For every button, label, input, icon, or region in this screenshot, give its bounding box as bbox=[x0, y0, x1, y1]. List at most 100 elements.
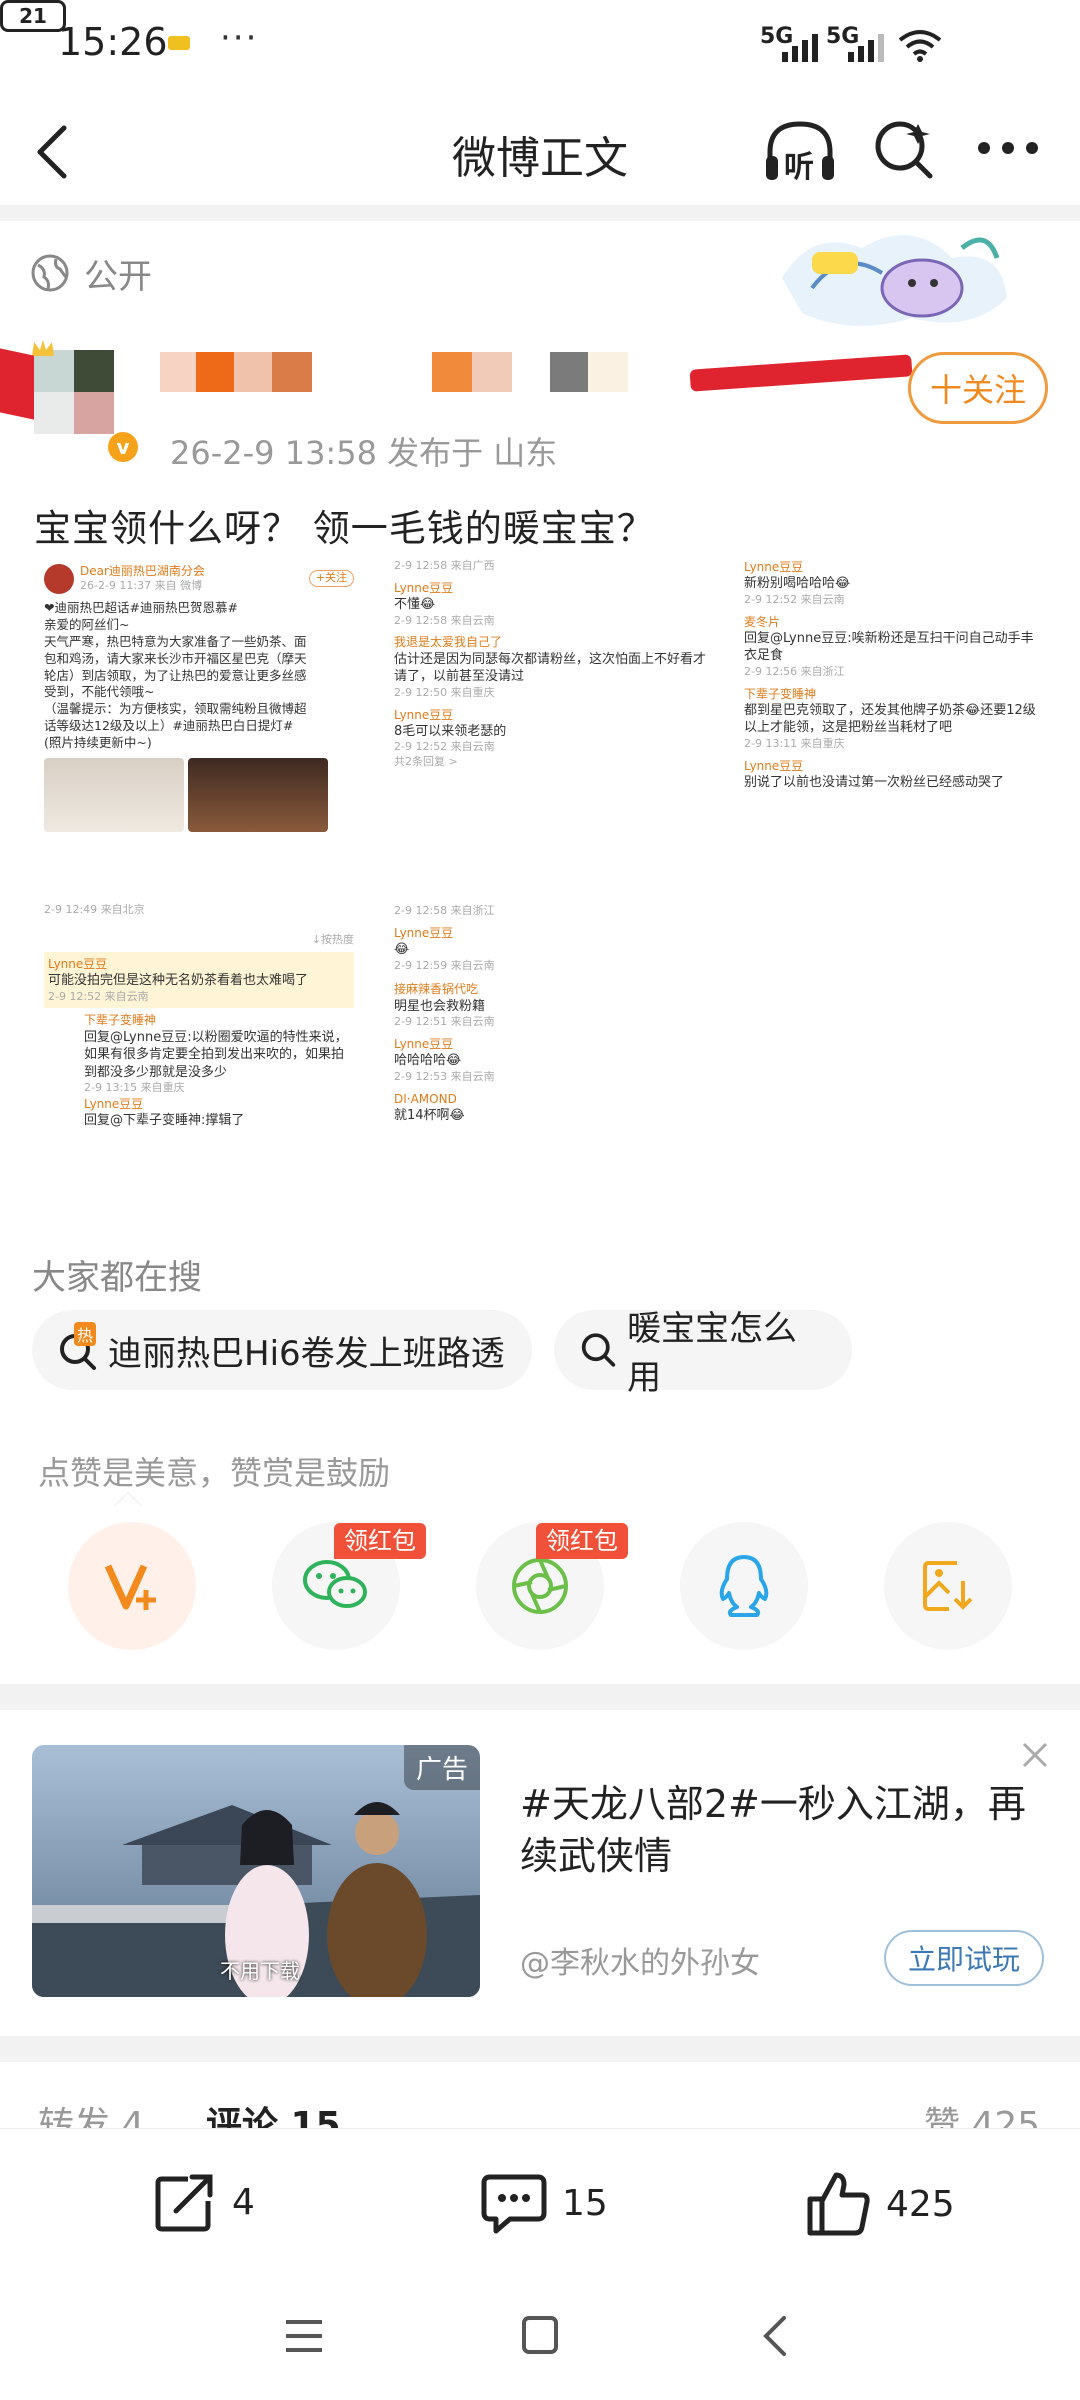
comment-author: Lynne豆豆 bbox=[744, 560, 804, 574]
ad-cta-button[interactable]: 立即试玩 bbox=[884, 1930, 1044, 1986]
comment-time: 2-9 13:15 来自重庆 bbox=[84, 1081, 185, 1095]
repost-icon bbox=[155, 2174, 213, 2232]
ad-title[interactable]: #天龙八部2#一秒入江湖，再续武侠情 bbox=[520, 1778, 1040, 1882]
comment-text: 可能没拍完但是这种无名奶茶看着也太难喝了 bbox=[48, 973, 309, 989]
ad-video-thumbnail[interactable]: 广告 不用下载 bbox=[32, 1745, 480, 1997]
hot-search-icon: 热 bbox=[58, 1322, 98, 1370]
tooltip-pointer bbox=[113, 1491, 143, 1521]
comment-text: 8毛可以来领老瑟的 bbox=[394, 723, 507, 739]
save-image-icon bbox=[923, 1561, 973, 1611]
search-icon bbox=[581, 1333, 616, 1367]
redaction-stroke-right bbox=[689, 354, 913, 392]
comment-author: 我退是太爱我自己了 bbox=[394, 635, 503, 650]
comment-author: Lynne豆豆 bbox=[84, 1097, 144, 1112]
comment-time: 2-9 12:56 来自浙江 bbox=[744, 664, 845, 678]
screenshot-time: 2-9 12:49 来自北京 bbox=[44, 903, 145, 916]
status-more-dots: ··· bbox=[220, 18, 259, 58]
wechat-redpacket-badge: 领红包 bbox=[334, 1523, 426, 1559]
comment-author: DI·AMOND bbox=[394, 1091, 457, 1106]
thumbs-up-icon bbox=[807, 2172, 870, 2236]
screenshot-line: 轮店）到店领取，为了让热巴的爱意让更多丝感 bbox=[44, 667, 307, 683]
comment-time: 2-9 12:58 来自云南 bbox=[394, 613, 495, 627]
comment-time: 2-9 12:59 来自云南 bbox=[394, 958, 495, 972]
globe-icon bbox=[31, 254, 69, 292]
trending-chip-1[interactable]: 热 迪丽热巴Hi6卷发上班路透 bbox=[32, 1310, 532, 1390]
comment-time: 2-9 12:51 来自云南 bbox=[394, 1015, 495, 1029]
comment-author: Lynne豆豆 bbox=[394, 925, 454, 940]
screenshot-4[interactable]: 2-9 12:58 来自浙江 Lynne豆豆 😂 2-9 12:59 来自云南 … bbox=[384, 900, 719, 1235]
comment-text: 回复@Lynne豆豆:唉新粉还是互扫干问自己动手丰衣足食 bbox=[744, 630, 1034, 664]
listen-label: 听 bbox=[784, 150, 814, 185]
screenshot-1[interactable]: Dear迪丽热巴湖南分会 26-2-9 11:37 来自 微博 +关注 ❤迪丽热… bbox=[34, 555, 364, 885]
post-image-collage[interactable]: Dear迪丽热巴湖南分会 26-2-9 11:37 来自 微博 +关注 ❤迪丽热… bbox=[34, 555, 1054, 1235]
listen-button[interactable]: 听 bbox=[762, 118, 838, 188]
signal-bars-1-icon bbox=[782, 28, 818, 62]
comment-time: 2-9 12:53 来自云南 bbox=[394, 1069, 495, 1083]
comment-time: 2-9 12:52 来自云南 bbox=[394, 740, 495, 754]
home-icon[interactable] bbox=[520, 2314, 560, 2356]
screenshot-1-footer: 2-9 12:49 来自北京 bbox=[34, 897, 364, 923]
screenshot-time: 26-2-9 11:37 来自 微博 bbox=[80, 579, 203, 593]
screenshot-2[interactable]: ↓按热度 Lynne豆豆 可能没拍完但是这种无名奶茶看着也太难喝了 2-9 12… bbox=[34, 927, 364, 1235]
tab-comment[interactable]: 评论 15 bbox=[206, 2096, 341, 2130]
screenshot-follow: +关注 bbox=[308, 570, 354, 587]
like-count: 425 bbox=[886, 2183, 955, 2225]
comment-text: 估计还是因为同瑟每次都请粉丝，这次怕面上不好看才请了，以前甚至没请过 bbox=[394, 651, 707, 685]
screenshot-line: 包和鸡汤，请大家来长沙市开福区星巴克（摩天 bbox=[44, 650, 307, 666]
comment-button[interactable]: 15 bbox=[480, 2171, 608, 2235]
screenshot-author: Dear迪丽热巴湖南分会 bbox=[80, 564, 205, 578]
wechat-icon bbox=[303, 1560, 367, 1608]
repost-button[interactable]: 4 bbox=[152, 2171, 255, 2233]
tab-repost[interactable]: 转发 4 bbox=[38, 2096, 144, 2130]
system-nav-bar bbox=[0, 2278, 1080, 2400]
back-nav-icon[interactable] bbox=[760, 2314, 790, 2358]
screenshot-line: 受到，不能代领哦~ bbox=[44, 684, 155, 700]
status-time: 15:26 bbox=[58, 20, 168, 64]
like-button[interactable]: 425 bbox=[806, 2171, 955, 2237]
comment-author: 下辈子变睡神 bbox=[744, 686, 817, 701]
comment-author: 麦冬片 bbox=[744, 614, 781, 629]
screenshot-line: (照片持续更新中~) bbox=[44, 735, 152, 751]
author-avatar[interactable] bbox=[32, 338, 118, 458]
food-photo bbox=[188, 757, 328, 832]
more-icon[interactable] bbox=[976, 140, 1040, 156]
comment-text: 😂 bbox=[394, 942, 410, 958]
close-icon[interactable] bbox=[1020, 1740, 1050, 1770]
screenshot-5[interactable]: Lynne豆豆 新粉别喝哈哈哈😂 2-9 12:52 来自云南 麦冬片 回复@L… bbox=[734, 555, 1054, 885]
search-icon[interactable] bbox=[872, 118, 936, 182]
follow-button[interactable]: 十关注 bbox=[908, 352, 1048, 424]
reward-button[interactable] bbox=[68, 1522, 196, 1650]
comment-time: 2-9 12:58 来自浙江 bbox=[394, 904, 495, 917]
repost-count: 4 bbox=[232, 2181, 255, 2223]
more-replies-link: 共2条回复 > bbox=[394, 755, 458, 769]
share-qq-button[interactable] bbox=[680, 1522, 808, 1650]
wifi-icon bbox=[898, 30, 942, 62]
notification-icon bbox=[168, 36, 190, 50]
section-divider bbox=[0, 1684, 1080, 1710]
section-divider bbox=[0, 2036, 1080, 2062]
screenshot-3[interactable]: 2-9 12:58 来自广西 Lynne豆豆 不懂😂 2-9 12:58 来自云… bbox=[384, 555, 719, 885]
trending-chip-2[interactable]: 暖宝宝怎么用 bbox=[554, 1309, 852, 1398]
menu-icon[interactable] bbox=[282, 2316, 326, 2356]
detail-tabs: 转发 4 评论 15 赞 425 bbox=[0, 2090, 1080, 2130]
screenshot-line: ❤迪丽热巴超话#迪丽热巴贺恩慕# bbox=[44, 600, 238, 616]
post-text: 宝宝领什么呀？ 领一毛钱的暖宝宝？ bbox=[34, 507, 655, 550]
avatar bbox=[44, 563, 74, 594]
bottom-action-bar: 4 15 425 bbox=[0, 2128, 1080, 2278]
comment-count: 15 bbox=[562, 2182, 608, 2224]
hot-badge: 热 bbox=[74, 1322, 97, 1346]
signal-bars-2-icon bbox=[848, 28, 884, 62]
reward-v-icon bbox=[104, 1564, 156, 1610]
comment-icon bbox=[481, 2174, 547, 2234]
comment-text: 明星也会救粉籍 bbox=[394, 998, 486, 1014]
save-image-button[interactable] bbox=[884, 1522, 1012, 1650]
battery-indicator: 21 bbox=[0, 0, 66, 32]
ad-label: 广告 bbox=[403, 1745, 480, 1790]
tab-like[interactable]: 赞 425 bbox=[924, 2096, 1040, 2130]
screenshot-line: 天气严寒，热巴特意为大家准备了一些奶茶、面 bbox=[44, 633, 307, 649]
comment-time: 2-9 12:52 来自云南 bbox=[48, 989, 149, 1003]
comment-author: Lynne豆豆 bbox=[744, 758, 804, 773]
comment-text: 就14杯啊😂 bbox=[394, 1107, 465, 1123]
ad-account[interactable]: @李秋水的外孙女 bbox=[520, 1938, 760, 1982]
trending-chip-label: 迪丽热巴Hi6卷发上班路透 bbox=[108, 1333, 505, 1374]
